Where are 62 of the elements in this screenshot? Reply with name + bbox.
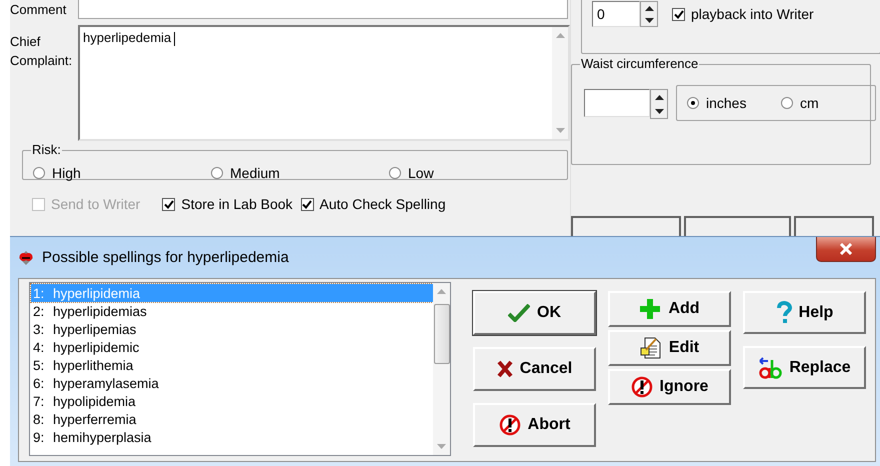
suggestion-item[interactable]: 6: hyperamylasemia — [31, 374, 433, 392]
checkbox-label: Send to Writer — [51, 196, 140, 212]
radio-label: cm — [800, 95, 819, 111]
checkbox[interactable] — [300, 198, 314, 210]
ok-button[interactable]: OK — [473, 291, 596, 335]
down-arrow-icon — [644, 18, 654, 22]
edit-button[interactable]: Edit — [608, 330, 731, 366]
chief-complaint-label: Chief Complaint: — [10, 33, 74, 70]
plus-icon — [639, 298, 662, 320]
no-entry-icon — [630, 376, 653, 398]
spinner-buttons[interactable] — [650, 89, 668, 119]
up-arrow-icon — [644, 6, 654, 10]
add-button[interactable]: Add — [608, 291, 731, 327]
comment-label: Comment — [10, 1, 68, 19]
suggestion-item[interactable]: 3: hyperlipemias — [31, 320, 433, 338]
risk-legend: Risk: — [31, 142, 62, 157]
radio-label: Low — [408, 165, 434, 181]
radio-label: inches — [706, 95, 746, 111]
spinner-buttons[interactable] — [640, 1, 658, 27]
button[interactable] — [684, 216, 791, 236]
document-pencil-icon — [640, 336, 662, 360]
comment-field[interactable] — [78, 0, 568, 19]
suggestion-item[interactable]: 2: hyperlipidemias — [31, 302, 433, 320]
close-button[interactable] — [816, 237, 876, 262]
spinner-field[interactable]: 0 — [592, 1, 640, 27]
abort-button[interactable]: Abort — [473, 403, 596, 447]
no-entry-icon — [498, 414, 521, 436]
help-button[interactable]: Help — [743, 291, 866, 334]
suggestion-list[interactable]: 1: hyperlipidemia 2: hyperlipidemias 3: hyperlipemias 4: hyperlipidemic 5: hyperlithemia 6: hyperamylasemia 7: hypolipidemia 8: hyperferremia 9: hemihyperplasia — [29, 282, 451, 456]
checkbox-label: Store in Lab Book — [181, 196, 293, 212]
cancel-button[interactable]: Cancel — [473, 347, 596, 391]
checkbox-label: Auto Check Spelling — [320, 196, 446, 212]
radio-button[interactable] — [211, 167, 223, 179]
x-icon — [496, 360, 513, 378]
checkbox-label: playback into Writer — [691, 6, 814, 22]
radio-button[interactable] — [389, 167, 401, 179]
waist-legend: Waist circumference — [580, 56, 700, 71]
close-icon — [839, 243, 853, 255]
checkbox[interactable] — [162, 198, 176, 210]
suggestion-item[interactable]: 8: hyperferremia — [31, 410, 433, 428]
suggestion-item[interactable]: 7: hypolipidemia — [31, 392, 433, 410]
checkbox[interactable] — [672, 8, 685, 20]
ignore-button[interactable]: Ignore — [608, 369, 731, 405]
question-mark-icon — [776, 300, 792, 324]
checkmark-icon — [508, 304, 530, 322]
radio-button[interactable] — [781, 97, 793, 109]
button[interactable] — [571, 216, 681, 236]
radio-label: High — [52, 165, 81, 181]
suggestion-item[interactable]: 4: hyperlipidemic — [31, 338, 433, 356]
replace-button[interactable]: Replace — [743, 346, 866, 389]
dialog-title: Possible spellings for hyperlipedemia — [42, 249, 289, 266]
radio-label: Medium — [230, 165, 280, 181]
suggestion-item[interactable]: 9: hemihyperplasia — [31, 428, 433, 446]
button[interactable] — [794, 216, 874, 236]
radio-button[interactable] — [687, 97, 699, 109]
waist-field[interactable] — [584, 89, 650, 117]
app-icon — [18, 250, 34, 266]
up-arrow-icon — [654, 94, 664, 100]
down-arrow-icon — [654, 108, 664, 114]
suggestion-item[interactable]: 5: hyperlithemia — [31, 356, 433, 374]
replace-text-icon — [758, 356, 782, 380]
radio-button[interactable] — [33, 167, 45, 179]
